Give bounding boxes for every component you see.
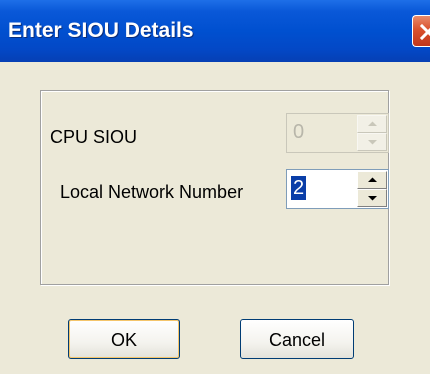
cpu-siou-spinbox: 0 — [286, 113, 389, 153]
local-network-number-input[interactable]: 2 — [291, 176, 307, 200]
cpu-siou-spin-buttons — [357, 115, 387, 151]
cpu-siou-down-button — [357, 133, 387, 151]
cancel-button[interactable]: Cancel — [240, 319, 354, 359]
cpu-siou-label: CPU SIOU — [50, 127, 138, 147]
local-network-number-spinbox[interactable]: 2 — [286, 169, 389, 209]
ok-button[interactable]: OK — [68, 319, 180, 359]
cpu-siou-up-button — [357, 115, 387, 133]
cpu-siou-value: 0 — [293, 121, 305, 143]
dialog-window: Enter SIOU Details CPU SIOU 0 Local Netw… — [0, 0, 430, 374]
close-button[interactable] — [412, 15, 430, 47]
local-network-number-spin-buttons — [357, 171, 387, 207]
local-network-number-up-button[interactable] — [357, 171, 387, 189]
dialog-title: Enter SIOU Details — [8, 19, 194, 42]
local-network-number-down-button[interactable] — [357, 189, 387, 207]
title-bar[interactable]: Enter SIOU Details — [0, 0, 430, 62]
local-network-number-label: Local Network Number — [60, 182, 244, 202]
